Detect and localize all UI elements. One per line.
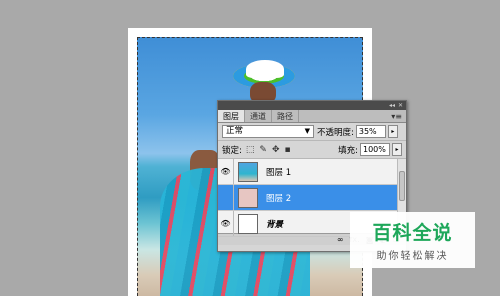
- scrollbar-thumb[interactable]: [399, 171, 405, 201]
- panel-titlebar[interactable]: ◂◂ ✕: [218, 101, 406, 110]
- fill-label: 填充:: [338, 145, 358, 156]
- layer-name: 图层 1: [266, 167, 292, 178]
- lock-label: 锁定:: [222, 145, 242, 156]
- opacity-input[interactable]: 35%: [355, 125, 386, 138]
- tab-paths[interactable]: 路径: [272, 110, 299, 122]
- blend-row: 正常 ▼ 不透明度: 35% ▸: [218, 123, 406, 141]
- eye-icon[interactable]: 👁: [218, 211, 234, 236]
- watermark-title: 百科全说: [372, 222, 453, 244]
- lock-move-icon[interactable]: ✥: [272, 145, 280, 155]
- panel-tabs: 图层 通道 路径 ▾≡: [218, 110, 406, 123]
- lock-brush-icon[interactable]: ✎: [259, 145, 267, 155]
- layer-name: 图层 2: [266, 193, 292, 204]
- blend-mode-select[interactable]: 正常 ▼: [222, 125, 314, 138]
- tab-channels[interactable]: 通道: [245, 110, 272, 122]
- watermark-subtitle: 助你轻松解决: [376, 251, 449, 262]
- close-icon[interactable]: ✕: [398, 101, 403, 110]
- collapse-icon[interactable]: ◂◂: [389, 101, 395, 110]
- layer-row-1[interactable]: 👁 图层 1: [218, 159, 406, 185]
- lock-transparent-icon[interactable]: ⬚: [246, 145, 255, 155]
- photo-hat-crown: [246, 60, 284, 78]
- lock-icons: ⬚ ✎ ✥ ▪: [246, 145, 291, 155]
- panel-menu-icon[interactable]: ▾≡: [391, 112, 402, 121]
- lock-all-icon[interactable]: ▪: [284, 145, 290, 155]
- opacity-label: 不透明度:: [317, 127, 354, 138]
- layer-thumbnail: [238, 213, 258, 234]
- fill-slider-button[interactable]: ▸: [392, 143, 402, 156]
- tab-layers[interactable]: 图层: [218, 110, 245, 122]
- watermark-logo: 百科全说 助你轻松解决: [350, 212, 475, 268]
- opacity-slider-button[interactable]: ▸: [387, 125, 398, 138]
- layer-thumbnail: [238, 187, 258, 208]
- dropdown-arrow-icon: ▼: [304, 127, 310, 135]
- eye-icon[interactable]: [218, 185, 234, 210]
- layer-thumbnail: [238, 161, 258, 182]
- layer-row-2[interactable]: 图层 2: [218, 185, 406, 211]
- layer-name: 背景: [266, 219, 284, 230]
- eye-icon[interactable]: 👁: [218, 159, 234, 184]
- blend-mode-value: 正常: [226, 126, 244, 136]
- fill-input[interactable]: 100%: [360, 143, 390, 156]
- lock-row: 锁定: ⬚ ✎ ✥ ▪ 填充: 100% ▸: [218, 141, 406, 159]
